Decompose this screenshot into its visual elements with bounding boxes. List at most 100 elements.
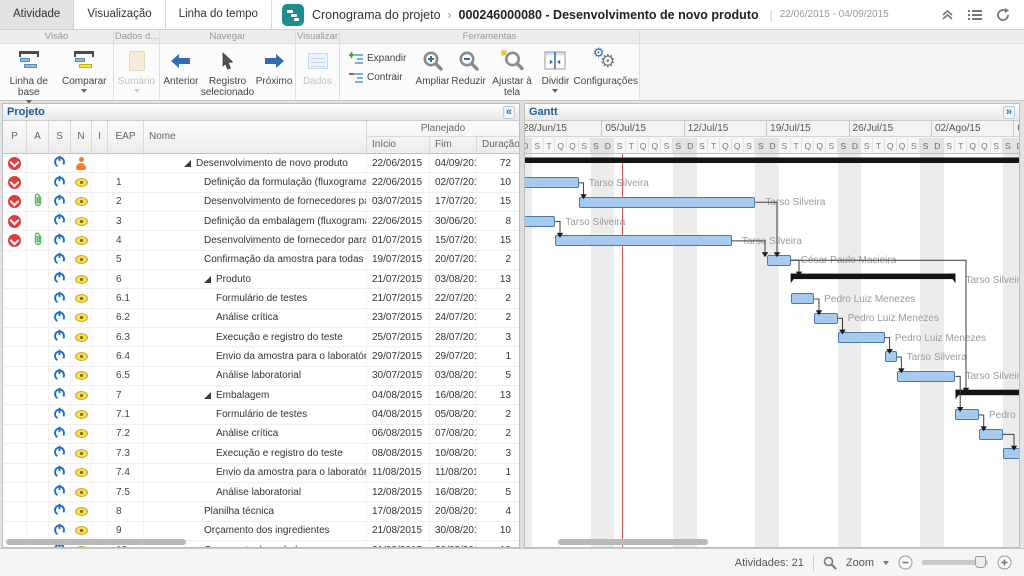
eye-icon[interactable] — [75, 255, 88, 264]
status-power-icon[interactable] — [53, 233, 66, 249]
eye-icon[interactable] — [75, 333, 88, 342]
column-header-fim[interactable]: Fim — [430, 137, 477, 153]
status-power-icon[interactable] — [53, 175, 66, 191]
gantt-bar[interactable] — [897, 371, 956, 382]
table-row[interactable]: 6.2Análise crítica23/07/201524/07/20152 — [3, 309, 519, 328]
table-row[interactable]: 7.5Análise laboratorial12/08/201516/08/2… — [3, 483, 519, 502]
indicator-cell[interactable] — [71, 328, 92, 346]
expand-all-button[interactable]: Expandir — [349, 52, 406, 65]
table-row[interactable]: 5Confirmação da amostra para todas as av… — [3, 251, 519, 270]
eye-icon[interactable] — [75, 178, 88, 187]
zoom-out-control[interactable] — [898, 555, 913, 570]
indicator-cell[interactable] — [71, 464, 92, 482]
table-row[interactable]: 4Desenvolvimento de fornecedor para a em… — [3, 231, 519, 250]
app-logo-icon[interactable] — [282, 4, 304, 26]
indicator-cell[interactable] — [71, 367, 92, 385]
column-header-nome[interactable]: Nome — [144, 121, 367, 153]
status-power-icon[interactable] — [53, 426, 66, 442]
table-row[interactable]: 7.4Envio da amostra para o laboratório11… — [3, 464, 519, 483]
column-header-s[interactable]: S — [49, 121, 71, 153]
eye-icon[interactable] — [75, 217, 88, 226]
settings-button[interactable]: ⚙⚙ Configurações — [574, 46, 638, 87]
zoom-slider[interactable] — [922, 560, 988, 565]
indicator-cell[interactable] — [71, 309, 92, 327]
tab-atividade[interactable]: Atividade — [0, 0, 74, 29]
indicator-cell[interactable] — [71, 444, 92, 462]
eye-icon[interactable] — [75, 429, 88, 438]
status-cell[interactable] — [49, 328, 71, 346]
eye-icon[interactable] — [75, 352, 88, 361]
eye-icon[interactable] — [75, 468, 88, 477]
eye-icon[interactable] — [75, 410, 88, 419]
status-power-icon[interactable] — [53, 503, 66, 519]
indicator-cell[interactable] — [71, 425, 92, 443]
status-power-icon[interactable] — [53, 310, 66, 326]
next-button[interactable]: Próximo — [254, 46, 294, 87]
column-header-p[interactable]: P — [3, 121, 27, 153]
status-power-icon[interactable] — [53, 387, 66, 403]
eye-icon[interactable] — [75, 488, 88, 497]
status-cell[interactable] — [49, 367, 71, 385]
status-cell[interactable] — [49, 289, 71, 307]
tab-linha-do-tempo[interactable]: Linha do tempo — [166, 0, 272, 29]
status-cell[interactable] — [49, 483, 71, 501]
status-cell[interactable] — [49, 212, 71, 230]
status-cell[interactable] — [49, 309, 71, 327]
gantt-bar[interactable] — [838, 332, 885, 343]
table-row[interactable]: 3Definição da embalagem (fluxograma do p… — [3, 212, 519, 231]
table-row[interactable]: 6Produto21/07/201503/08/201513 — [3, 270, 519, 289]
eye-icon[interactable] — [75, 546, 88, 547]
status-power-icon[interactable] — [53, 194, 66, 210]
table-row[interactable]: 7.1Formulário de testes04/08/201505/08/2… — [3, 405, 519, 424]
status-power-icon[interactable] — [53, 271, 66, 287]
status-cell[interactable] — [49, 425, 71, 443]
table-row[interactable]: 2Desenvolvimento de fornecedores para os… — [3, 193, 519, 212]
table-row[interactable]: 6.4Envio da amostra para o laboratório29… — [3, 347, 519, 366]
status-cell[interactable] — [49, 193, 71, 211]
gantt-bar[interactable] — [1003, 448, 1019, 459]
status-power-icon[interactable] — [53, 407, 66, 423]
list-icon[interactable] — [968, 9, 982, 21]
table-row[interactable]: 6.5Análise laboratorial30/07/201503/08/2… — [3, 367, 519, 386]
status-cell[interactable] — [49, 502, 71, 520]
zoom-slider-handle[interactable] — [975, 556, 986, 568]
gantt-bar[interactable] — [525, 177, 579, 188]
indicator-cell[interactable] — [71, 173, 92, 191]
zoom-out-button[interactable]: Reduzir — [451, 46, 487, 87]
table-row[interactable]: 7.2Análise crítica06/08/201507/08/20152 — [3, 425, 519, 444]
status-power-icon[interactable] — [53, 349, 66, 365]
column-header-n[interactable]: N — [71, 121, 92, 153]
gantt-bar[interactable] — [555, 235, 732, 246]
table-row[interactable]: 7Embalagem04/08/201516/08/201513 — [3, 386, 519, 405]
gantt-bar[interactable] — [955, 409, 979, 420]
table-row[interactable]: 7.3Execução e registro do teste08/08/201… — [3, 444, 519, 463]
status-power-icon[interactable] — [53, 484, 66, 500]
tree-expand-caret[interactable] — [204, 276, 211, 283]
gantt-bar[interactable] — [579, 197, 756, 208]
column-header-i[interactable]: I — [92, 121, 108, 153]
tab-visualizacao[interactable]: Visualização — [74, 0, 165, 29]
zoom-in-button[interactable]: Ampliar — [414, 46, 450, 87]
indicator-cell[interactable] — [71, 483, 92, 501]
gantt-horizontal-scrollbar[interactable] — [558, 539, 708, 545]
table-row[interactable]: Desenvolvimento de novo produto22/06/201… — [3, 154, 519, 173]
expand-panel-button[interactable]: » — [1003, 106, 1015, 119]
collapse-ribbon-icon[interactable] — [941, 8, 954, 21]
status-power-icon[interactable] — [53, 465, 66, 481]
status-power-icon[interactable] — [53, 445, 66, 461]
status-cell[interactable] — [49, 173, 71, 191]
status-cell[interactable] — [49, 231, 71, 249]
indicator-cell[interactable] — [71, 502, 92, 520]
eye-icon[interactable] — [75, 526, 88, 535]
split-button[interactable]: Dividir — [537, 46, 573, 93]
zoom-in-control[interactable] — [997, 555, 1012, 570]
status-cell[interactable] — [49, 444, 71, 462]
gantt-bar[interactable] — [525, 216, 555, 227]
tree-expand-caret[interactable] — [184, 160, 191, 167]
status-cell[interactable] — [49, 386, 71, 404]
indicator-cell[interactable] — [71, 405, 92, 423]
previous-button[interactable]: Anterior — [161, 46, 201, 87]
status-power-icon[interactable] — [53, 291, 66, 307]
gantt-bar[interactable] — [767, 255, 791, 266]
gantt-bar[interactable] — [885, 351, 897, 362]
